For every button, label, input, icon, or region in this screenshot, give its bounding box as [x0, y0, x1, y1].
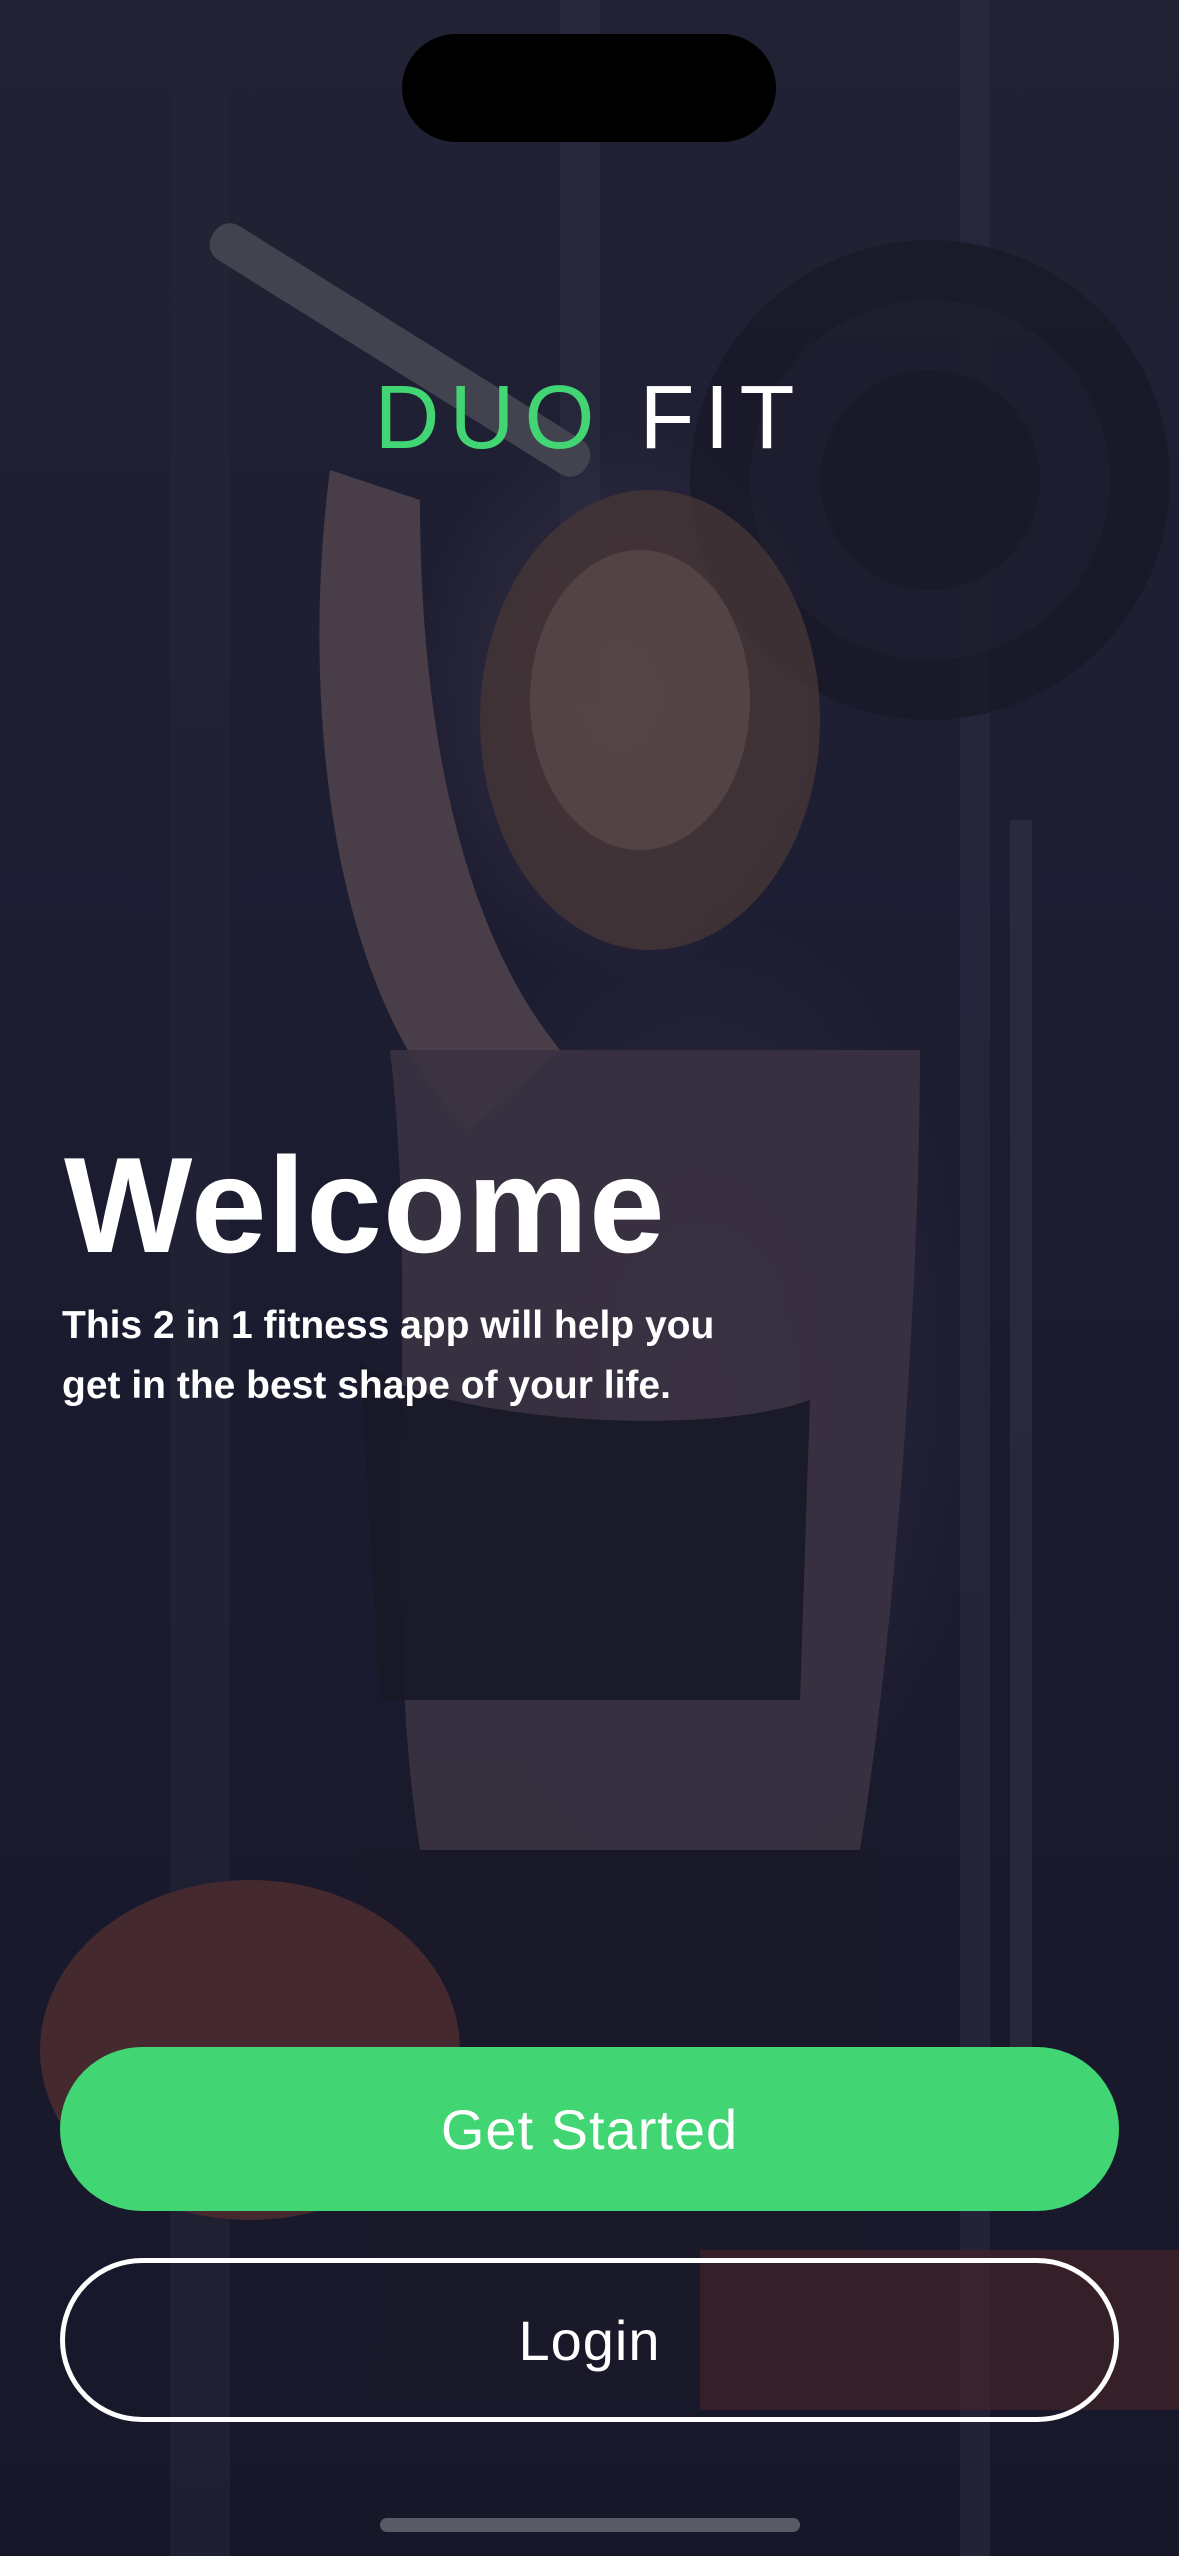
get-started-label: Get Started [440, 2097, 739, 2161]
welcome-title: Welcome [64, 1129, 666, 1281]
dynamic-island [402, 34, 776, 142]
login-button[interactable]: Login [60, 2258, 1119, 2422]
welcome-subtitle: This 2 in 1 fitness app will help you ge… [62, 1296, 862, 1416]
app-logo: DUO FIT [0, 368, 1179, 468]
logo-duo: DUO [374, 368, 605, 468]
welcome-screen: DUO FIT Welcome This 2 in 1 fitness app … [0, 0, 1179, 2556]
logo-fit: FIT [639, 368, 805, 468]
login-label: Login [518, 2308, 661, 2372]
get-started-button[interactable]: Get Started [60, 2047, 1119, 2211]
subtitle-line-1: This 2 in 1 fitness app will help you [62, 1304, 715, 1347]
subtitle-line-2: get in the best shape of your life. [62, 1364, 671, 1407]
home-indicator [380, 2518, 800, 2532]
